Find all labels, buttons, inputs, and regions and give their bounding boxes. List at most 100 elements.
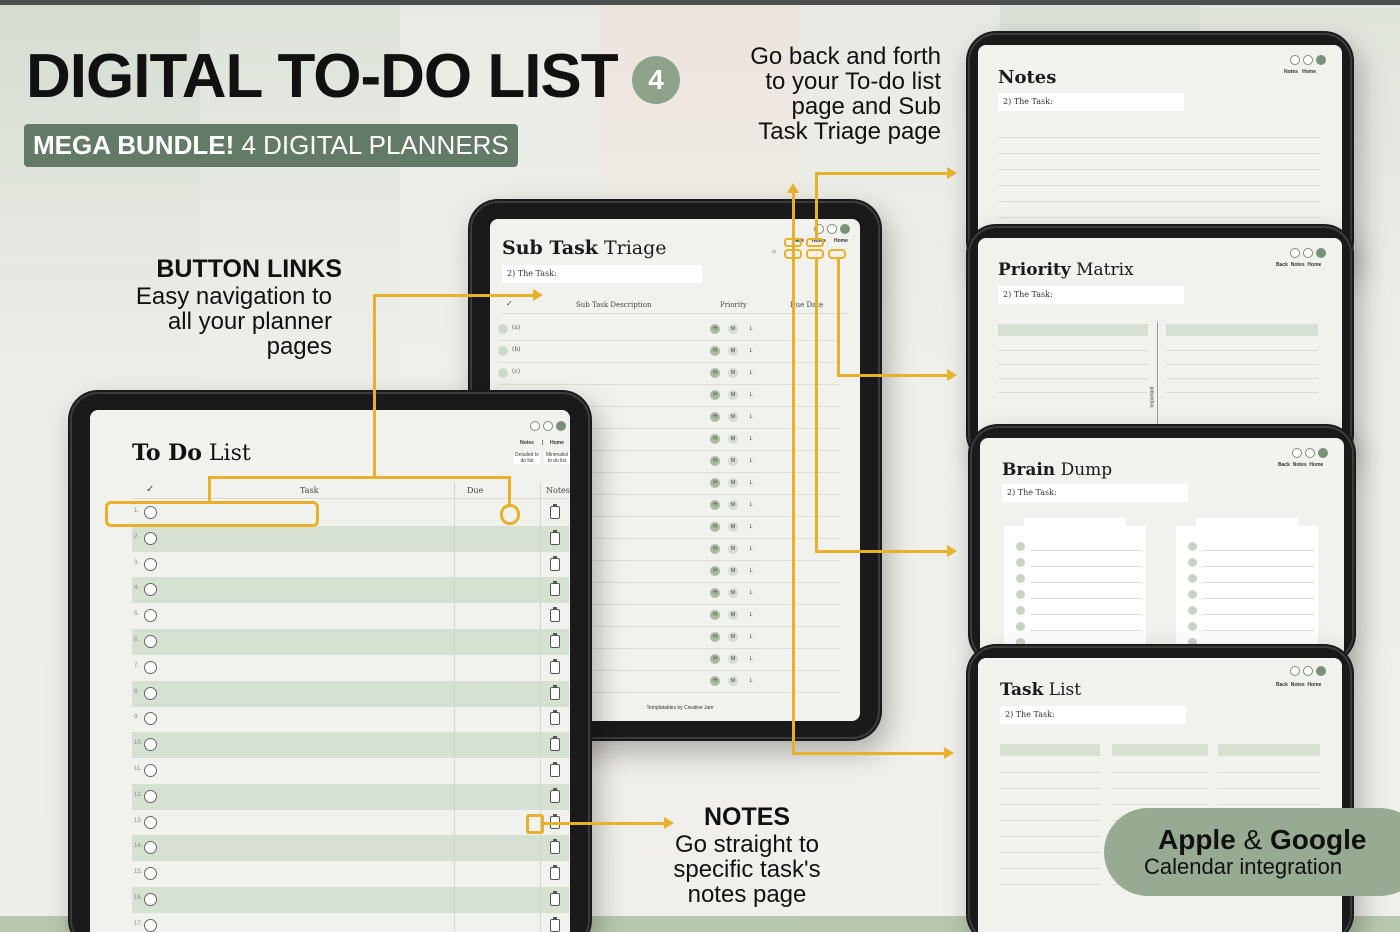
checkbox-circle[interactable] — [144, 635, 157, 648]
priority-M-button[interactable]: M — [728, 654, 738, 664]
tab-back[interactable]: Back — [1278, 462, 1290, 468]
tab-notes[interactable]: Notes — [520, 440, 534, 446]
tab-home[interactable]: Home — [1309, 462, 1323, 468]
checkbox-circle[interactable] — [144, 557, 157, 571]
priority-H-button[interactable]: H — [710, 324, 720, 334]
notes-task-field[interactable]: 2) The Task: — [998, 93, 1184, 111]
priority-L-button[interactable]: L — [746, 478, 756, 488]
tab-notes[interactable]: Notes — [1284, 69, 1298, 75]
checkbox-circle[interactable] — [144, 660, 157, 674]
google-icon[interactable] — [1303, 248, 1313, 258]
clipboard-icon[interactable] — [550, 736, 560, 752]
list-item[interactable]: (c) H M L — [498, 363, 840, 385]
home-icon[interactable] — [1316, 666, 1326, 676]
priority-H-button[interactable]: H — [710, 654, 720, 664]
clipboard-icon[interactable] — [550, 633, 560, 648]
checkbox-circle[interactable] — [144, 531, 157, 545]
google-icon[interactable] — [827, 224, 837, 234]
home-icon[interactable] — [1316, 248, 1326, 258]
priority-L-button[interactable]: L — [746, 368, 756, 378]
table-row[interactable]: 6. — [132, 629, 569, 655]
table-row[interactable]: 16. — [132, 887, 569, 913]
clipboard-icon[interactable] — [550, 581, 560, 597]
clipboard-icon[interactable] — [550, 684, 560, 700]
clipboard-icon[interactable] — [550, 787, 560, 803]
priority-L-button[interactable]: L — [746, 346, 756, 356]
link-detailed[interactable]: Detailed to do list — [514, 452, 540, 464]
priority-H-button[interactable]: H — [710, 412, 720, 422]
clipboard-icon[interactable] — [550, 762, 560, 777]
priority-M-button[interactable]: M — [728, 478, 738, 488]
google-icon[interactable] — [1305, 448, 1315, 458]
status-circle[interactable] — [498, 368, 508, 378]
priority-L-button[interactable]: L — [746, 522, 756, 532]
priority-M-button[interactable]: M — [728, 544, 738, 554]
subtask-task-field[interactable]: 2) The Task: — [502, 265, 702, 283]
calendar-icon[interactable] — [1290, 666, 1300, 676]
list-item[interactable]: (b) H M L — [498, 341, 840, 363]
table-row[interactable]: 5. — [132, 603, 569, 629]
priority-H-button[interactable]: H — [710, 544, 720, 554]
priority-H-button[interactable]: H — [710, 522, 720, 532]
clipboard-icon[interactable] — [550, 658, 560, 674]
table-row[interactable]: 17. — [132, 913, 569, 932]
priority-M-button[interactable]: M — [728, 522, 738, 532]
priority-H-button[interactable]: H — [710, 500, 720, 510]
priority-M-button[interactable]: M — [728, 632, 738, 642]
priority-H-button[interactable]: H — [710, 368, 720, 378]
priority-H-button[interactable]: H — [710, 478, 720, 488]
google-icon[interactable] — [1303, 666, 1313, 676]
priority-H-button[interactable]: H — [710, 346, 720, 356]
brain-task-field[interactable]: 2) The Task: — [1002, 484, 1188, 502]
priority-H-button[interactable]: H — [710, 456, 720, 466]
table-row[interactable]: 8. — [132, 680, 569, 707]
priority-M-button[interactable]: M — [728, 588, 738, 598]
priority-task-field[interactable]: 2) The Task: — [998, 286, 1184, 304]
checkbox-circle[interactable] — [144, 918, 157, 932]
priority-L-button[interactable]: L — [746, 632, 756, 642]
tab-back[interactable]: Back — [1276, 262, 1288, 268]
tab-home[interactable]: Home — [1307, 682, 1321, 688]
table-row[interactable]: 12. — [132, 783, 569, 810]
priority-M-button[interactable]: M — [728, 368, 738, 378]
table-row[interactable]: 3. — [132, 552, 569, 578]
priority-L-button[interactable]: L — [746, 610, 756, 620]
clipboard-icon[interactable] — [550, 529, 560, 545]
priority-L-button[interactable]: L — [746, 566, 756, 576]
checkbox-circle[interactable] — [144, 712, 157, 726]
priority-M-button[interactable]: M — [728, 346, 738, 356]
tasklist-task-field[interactable]: 2) The Task: — [1000, 706, 1186, 724]
priority-H-button[interactable]: H — [710, 566, 720, 576]
google-icon[interactable] — [543, 421, 553, 431]
table-row[interactable]: 9. — [132, 706, 569, 732]
tab-notes[interactable]: Notes — [1293, 462, 1307, 468]
home-icon[interactable] — [1316, 55, 1326, 65]
table-row[interactable]: 10. — [132, 732, 569, 759]
clipboard-icon[interactable] — [550, 607, 560, 623]
priority-H-button[interactable]: H — [710, 434, 720, 444]
list-item[interactable]: (a) H M L — [498, 319, 840, 341]
tab-home[interactable]: Home — [1307, 262, 1321, 268]
tab-notes[interactable]: Notes — [1291, 682, 1305, 688]
priority-L-button[interactable]: L — [746, 500, 756, 510]
priority-M-button[interactable]: M — [728, 412, 738, 422]
calendar-icon[interactable] — [1290, 248, 1300, 258]
clipboard-icon[interactable] — [550, 839, 560, 855]
clipboard-icon[interactable] — [550, 504, 560, 519]
priority-L-button[interactable]: L — [746, 654, 756, 664]
priority-M-button[interactable]: M — [728, 610, 738, 620]
tab-notes[interactable]: Notes — [1291, 262, 1305, 268]
clipboard-icon[interactable] — [550, 710, 560, 726]
clipboard-icon[interactable] — [550, 891, 560, 906]
google-icon[interactable] — [1303, 55, 1313, 65]
checkbox-circle[interactable] — [144, 789, 157, 803]
priority-M-button[interactable]: M — [728, 390, 738, 400]
clipboard-icon[interactable] — [550, 916, 560, 932]
checkbox-circle[interactable] — [144, 583, 157, 597]
table-row[interactable]: 2. — [132, 525, 569, 552]
table-row[interactable]: 14. — [132, 835, 569, 862]
priority-M-button[interactable]: M — [728, 456, 738, 466]
table-row[interactable]: 13. — [132, 810, 569, 836]
clipboard-icon[interactable] — [550, 865, 560, 881]
table-row[interactable]: 15. — [132, 861, 569, 887]
